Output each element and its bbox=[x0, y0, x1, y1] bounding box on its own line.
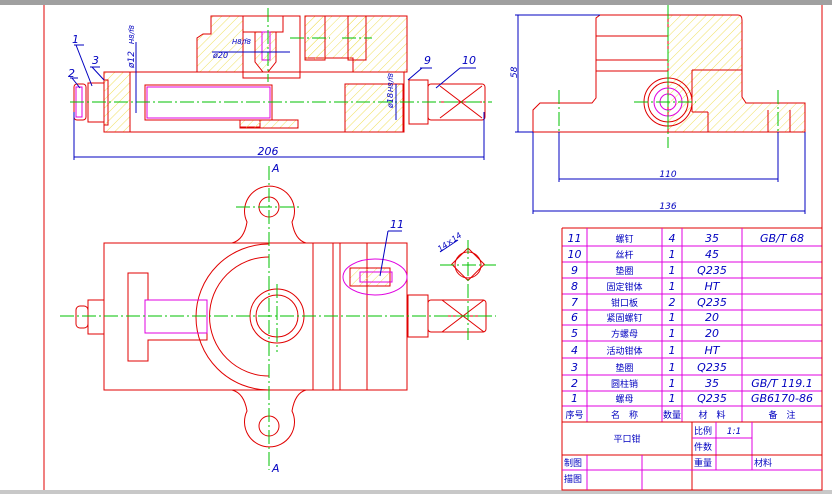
dim-d1: ø12 bbox=[127, 51, 137, 69]
table-row: 7 钳口板 2 Q235 bbox=[571, 296, 727, 309]
cell-name: 螺钉 bbox=[615, 234, 633, 245]
cell-no: 8 bbox=[571, 280, 578, 293]
table-row: 11 螺钉 4 35 GB/T 68 bbox=[568, 232, 805, 245]
cell-note: GB/T 119.1 bbox=[751, 377, 812, 390]
cell-name: 紧固螺钉 bbox=[606, 313, 642, 324]
weight-label: 重量 bbox=[694, 457, 712, 469]
cell-no: 6 bbox=[571, 311, 578, 324]
table-row: 6 紧固螺钉 1 20 bbox=[571, 311, 719, 324]
cell-material: HT bbox=[705, 344, 721, 357]
table-row: 2 圆柱销 1 35 GB/T 119.1 bbox=[571, 377, 813, 390]
cell-qty: 1 bbox=[669, 264, 676, 277]
dim-overall-length: 206 bbox=[258, 145, 279, 158]
cell-name: 活动钳体 bbox=[606, 345, 642, 357]
cell-no: 11 bbox=[568, 232, 582, 245]
table-row: 8 固定钳体 1 HT bbox=[571, 280, 721, 293]
cell-name: 垫圈 bbox=[615, 362, 633, 374]
cell-qty: 1 bbox=[669, 248, 676, 261]
count-label: 件数 bbox=[694, 441, 712, 453]
cell-no: 9 bbox=[571, 264, 578, 277]
table-row: 1 螺母 1 Q235 GB6170-86 bbox=[571, 392, 813, 405]
cell-material: Q235 bbox=[697, 392, 727, 405]
header-note: 备 注 bbox=[768, 409, 795, 421]
cell-note: GB/T 68 bbox=[760, 232, 804, 245]
cell-material: 35 bbox=[705, 232, 719, 245]
cell-qty: 1 bbox=[669, 280, 676, 293]
leader-10: 10 bbox=[462, 54, 476, 67]
cell-no: 2 bbox=[571, 377, 578, 390]
cell-no: 7 bbox=[571, 296, 578, 309]
cell-name: 丝杆 bbox=[615, 249, 633, 261]
drawn-label: 制图 bbox=[564, 457, 582, 469]
cell-material: 20 bbox=[705, 327, 719, 340]
material-label: 材料 bbox=[754, 457, 772, 469]
cell-name: 钳口板 bbox=[611, 297, 638, 309]
section-mark-top: A bbox=[271, 162, 280, 175]
cell-material: 45 bbox=[705, 248, 719, 261]
cell-qty: 4 bbox=[669, 232, 676, 245]
side-view bbox=[532, 5, 806, 148]
scale-value: 1:1 bbox=[727, 427, 741, 437]
cell-material: Q235 bbox=[697, 264, 727, 277]
cell-qty: 1 bbox=[669, 327, 676, 340]
section-mark-bottom: A bbox=[271, 462, 280, 475]
cell-qty: 1 bbox=[669, 344, 676, 357]
cell-name: 螺母 bbox=[615, 394, 633, 405]
cell-name: 方螺母 bbox=[611, 328, 638, 340]
cell-qty: 1 bbox=[669, 311, 676, 324]
fit-f3: H8/f8 bbox=[387, 72, 395, 92]
cell-qty: 1 bbox=[669, 377, 676, 390]
cad-drawing[interactable]: 206 ø12 H8/f8 ø20 H8/f8 ø18 H8/f8 1 2 3 … bbox=[0, 0, 832, 494]
cell-no: 1 bbox=[571, 392, 578, 405]
fit-f1: H8/f8 bbox=[128, 24, 136, 44]
dim-d2: ø20 bbox=[212, 51, 228, 60]
header-no: 序号 bbox=[565, 409, 583, 421]
cell-name: 垫圈 bbox=[615, 265, 633, 277]
header-name: 名 称 bbox=[611, 409, 638, 421]
leader-11: 11 bbox=[390, 218, 404, 231]
dim-hole-spacing: 110 bbox=[659, 170, 676, 180]
dim-height: 58 bbox=[510, 66, 520, 78]
leader-2: 2 bbox=[68, 67, 75, 80]
cell-qty: 2 bbox=[669, 296, 676, 309]
header-material: 材 料 bbox=[698, 409, 725, 421]
title-name: 平口钳 bbox=[613, 433, 640, 445]
leader-3: 3 bbox=[92, 54, 99, 67]
top-view bbox=[60, 166, 496, 470]
traced-label: 描图 bbox=[564, 473, 582, 485]
cell-material: Q235 bbox=[697, 296, 727, 309]
table-row: 9 垫圈 1 Q235 bbox=[571, 264, 727, 277]
table-row: 3 垫圈 1 Q235 bbox=[571, 361, 727, 374]
header-qty: 数量 bbox=[663, 409, 681, 421]
leader-9: 9 bbox=[424, 54, 431, 67]
dim-base-width: 136 bbox=[659, 202, 676, 212]
cell-name: 圆柱销 bbox=[611, 378, 638, 390]
cell-name: 固定钳体 bbox=[606, 281, 642, 293]
leader-1: 1 bbox=[72, 33, 79, 46]
front-view-dimensions: 206 ø12 H8/f8 ø20 H8/f8 ø18 H8/f8 bbox=[73, 24, 485, 160]
cell-qty: 1 bbox=[669, 361, 676, 374]
table-header-row: 序号 名 称 数量 材 料 备 注 bbox=[565, 409, 795, 421]
table-row: 10 丝杆 1 45 bbox=[568, 248, 720, 261]
cell-material: HT bbox=[705, 280, 721, 293]
cell-qty: 1 bbox=[669, 392, 676, 405]
cell-note: GB6170-86 bbox=[751, 392, 813, 405]
square-size: 14×14 bbox=[436, 231, 463, 254]
cell-material: 35 bbox=[705, 377, 719, 390]
dim-d3: ø18 bbox=[386, 93, 395, 109]
table-row: 5 方螺母 1 20 bbox=[571, 327, 719, 340]
cell-material: 20 bbox=[705, 311, 719, 324]
cell-no: 3 bbox=[571, 361, 578, 374]
fit-f2: H8/f8 bbox=[232, 38, 252, 46]
cell-no: 4 bbox=[571, 344, 578, 357]
cell-no: 5 bbox=[571, 327, 578, 340]
cell-no: 10 bbox=[568, 248, 582, 261]
title-block: 平口钳 比例 1:1 件数 重量 材料 制图 描图 bbox=[561, 421, 823, 491]
scale-label: 比例 bbox=[694, 425, 712, 437]
table-row: 4 活动钳体 1 HT bbox=[571, 344, 721, 357]
cell-material: Q235 bbox=[697, 361, 727, 374]
parts-table: 11 螺钉 4 35 GB/T 6810 丝杆 1 459 垫圈 1 Q2358 固定钳体 1 HT7 钳口… bbox=[561, 227, 823, 423]
